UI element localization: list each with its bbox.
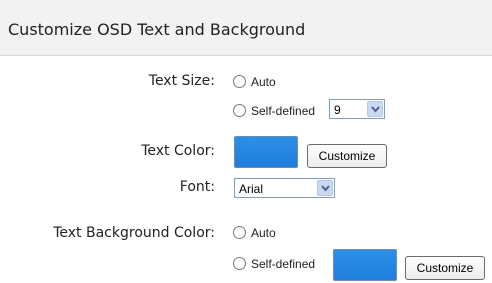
text-size-auto-radio[interactable] (233, 75, 246, 88)
text-size-self-defined-radio[interactable] (233, 104, 246, 117)
text-color-swatch (234, 136, 298, 168)
text-background-color-label: Text Background Color: (53, 225, 215, 241)
font-select[interactable]: Arial (234, 178, 335, 198)
text-size-auto-label[interactable]: Auto (251, 75, 276, 89)
background-color-customize-button[interactable]: Customize (405, 256, 485, 280)
background-auto-label[interactable]: Auto (251, 226, 276, 240)
section-header: Customize OSD Text and Background (0, 0, 492, 56)
text-size-label: Text Size: (148, 73, 215, 89)
font-label: Font: (179, 179, 215, 195)
text-color-label: Text Color: (141, 143, 215, 159)
chevron-down-icon (317, 180, 333, 196)
font-select-value: Arial (239, 182, 264, 196)
text-size-select-value: 9 (334, 103, 341, 117)
text-size-select[interactable]: 9 (329, 99, 385, 119)
section-title: Customize OSD Text and Background (8, 20, 306, 39)
text-size-self-defined-label[interactable]: Self-defined (251, 104, 315, 118)
background-auto-radio[interactable] (233, 226, 246, 239)
background-color-swatch (333, 249, 397, 281)
background-self-defined-radio[interactable] (233, 257, 246, 270)
background-self-defined-label[interactable]: Self-defined (251, 257, 315, 271)
text-color-customize-button[interactable]: Customize (307, 144, 387, 168)
chevron-down-icon (367, 101, 383, 117)
